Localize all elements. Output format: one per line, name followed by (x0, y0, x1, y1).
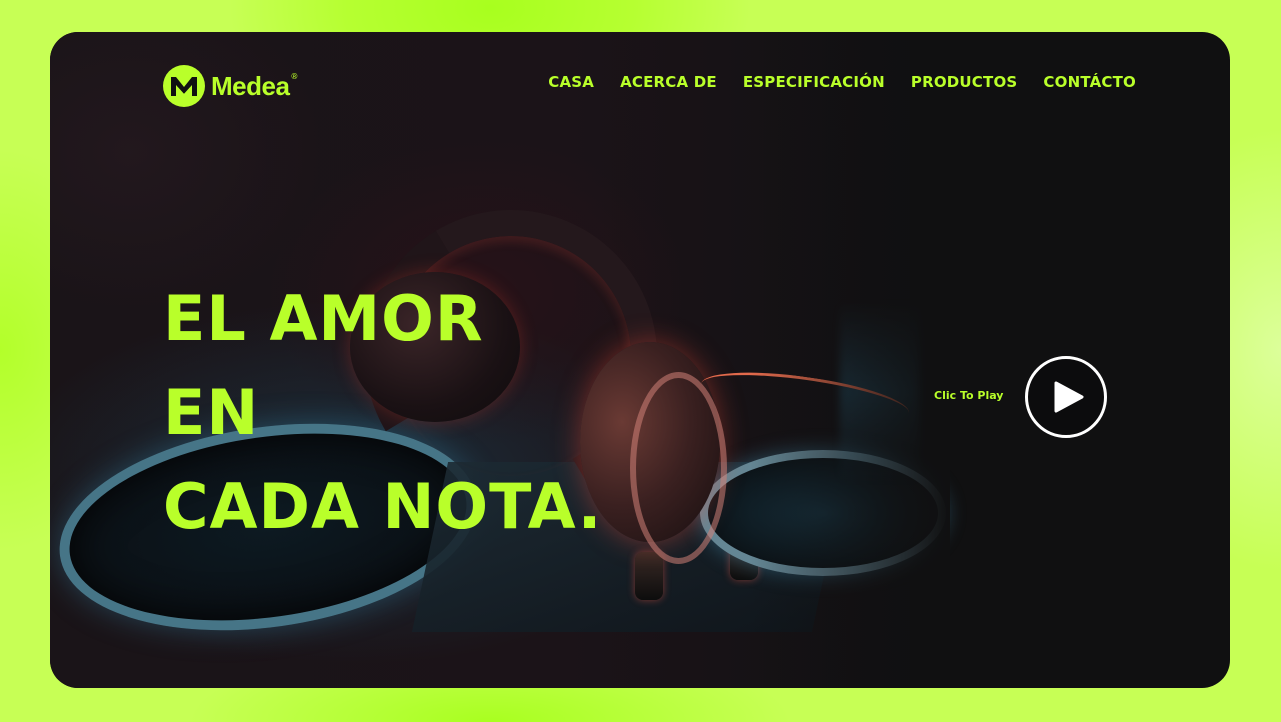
headline-line-2: EN (163, 376, 260, 449)
headline-line-1: EL AMOR (163, 282, 484, 355)
headline-line-3: CADA NOTA. (163, 470, 603, 543)
nav-item-productos[interactable]: PRODUCTOS (911, 73, 1018, 91)
mixer-knob (635, 552, 663, 600)
hero-photo-fade (750, 32, 950, 688)
nav-item-casa[interactable]: CASA (548, 73, 594, 91)
brand-name: Medea (211, 70, 290, 101)
play-label[interactable]: Clic To Play (934, 389, 1003, 402)
nav-item-acerca-de[interactable]: ACERCA DE (620, 73, 717, 91)
play-button[interactable] (1025, 356, 1107, 438)
nav-item-especificacion[interactable]: ESPECIFICACIÓN (743, 73, 885, 91)
brand-logo[interactable]: Medea ® (163, 65, 303, 107)
play-icon (1054, 381, 1083, 413)
registered-mark: ® (290, 71, 299, 81)
m-logo-icon (163, 65, 205, 107)
hero-headline: EL AMOR EN CADA NOTA. (163, 272, 602, 554)
main-nav: CASA ACERCA DE ESPECIFICACIÓN PRODUCTOS … (548, 73, 1136, 91)
nav-item-contacto[interactable]: CONTÁCTO (1043, 73, 1136, 91)
hero-frame: Medea ® CASA ACERCA DE ESPECIFICACIÓN PR… (50, 32, 1230, 688)
